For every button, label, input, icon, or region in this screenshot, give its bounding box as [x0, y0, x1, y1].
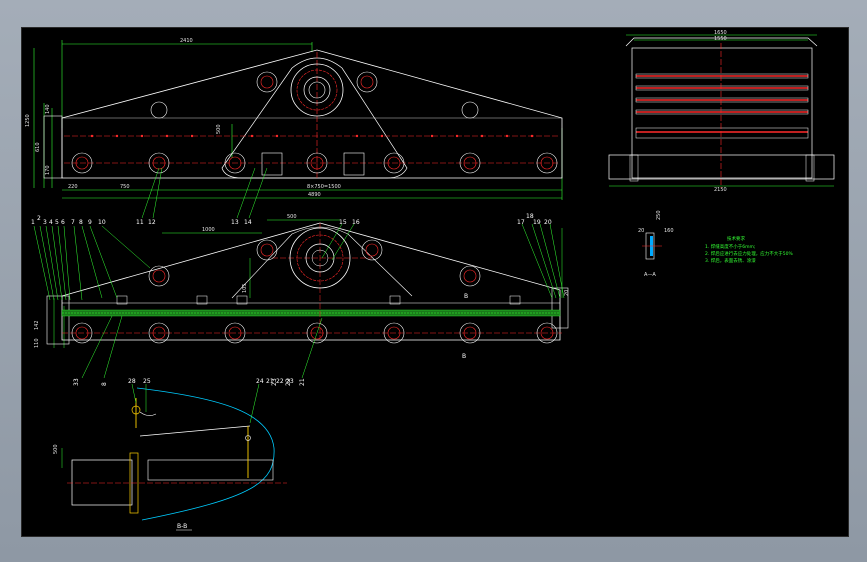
detail-dim-height: 250: [656, 210, 662, 220]
dim-center-top: 500: [216, 124, 222, 134]
section-part-24: 24: [256, 378, 264, 385]
section-part-23: 23: [286, 378, 294, 385]
side-dim-bottom: 2150: [714, 187, 727, 193]
part-label-11: 11: [136, 219, 144, 226]
section-screen-wire: [139, 425, 251, 437]
dim-height: 1250: [25, 114, 31, 127]
dim-overall-length: 4890: [308, 192, 321, 198]
dim-left-offset: 220: [68, 184, 78, 190]
part-label-6: 6: [61, 219, 65, 226]
part-label-1: 1: [31, 219, 35, 226]
side-view: 1650 1550 2150: [608, 30, 835, 193]
top-view-bolts: [71, 71, 558, 174]
section-part-25: 25: [143, 378, 151, 385]
part-label-20: 20: [544, 219, 552, 226]
detail-dim-b: 160: [664, 228, 674, 234]
front-dim-center: 105: [242, 283, 248, 293]
section-mark-bottom: B: [462, 353, 466, 360]
section-part-22: 22: [276, 378, 284, 385]
front-view: 1000 500 105 20 110 142 1 2 3 4 5 6 7 8 …: [31, 213, 570, 386]
part-label-9: 9: [88, 219, 92, 226]
side-view-base: [608, 154, 835, 180]
dim-bolt-pitch: 750: [120, 184, 130, 190]
section-view: 500 28 25 24 21 22 23 B-B: [53, 378, 294, 531]
section-part-28: 28: [128, 378, 136, 385]
side-view-dimension-lines: [609, 34, 834, 187]
section-mark-top: B: [464, 293, 468, 300]
part-label-13: 13: [231, 219, 239, 226]
side-dim-top-inner: 1550: [714, 36, 727, 42]
side-view-wheels: [629, 154, 815, 182]
part-label-5: 5: [55, 219, 59, 226]
front-dim-left-a: 110: [34, 338, 40, 348]
section-title: B-B: [177, 523, 187, 530]
top-view-leaders: [141, 167, 268, 219]
front-view-leaders: [33, 223, 565, 379]
top-view: 2410 4890 8×750=1500 220 750 1250 140 61…: [25, 38, 563, 226]
dim-total-width: 2410: [180, 38, 193, 44]
technical-notes: 技术要求 1. 焊缝高度不小于6mm; 2. 焊后应进行去应力处理，应力不大于5…: [705, 235, 793, 264]
front-dim-left-b: 142: [34, 320, 40, 330]
detail-dim-a: 20: [638, 228, 644, 234]
front-part-labels-left: 1 2 3 4 5 6 7 8 9 10: [31, 215, 106, 226]
part-label-33: 33: [73, 378, 80, 386]
top-view-cutouts: [261, 152, 365, 176]
top-view-outline: [61, 49, 563, 179]
part-label-2: 2: [37, 215, 41, 222]
front-dim-offset: 1000: [202, 227, 215, 233]
part-label-14: 14: [244, 219, 252, 226]
front-view-triangle-plate: [231, 226, 413, 299]
section-dim-label: 500: [53, 444, 59, 454]
notes-title: 技术要求: [727, 235, 745, 242]
front-dim-side: 20: [564, 290, 570, 296]
notes-item-3: 3. 焊后，表面去锈、涂漆: [705, 257, 756, 264]
section-beam: [147, 459, 274, 481]
part-label-3: 3: [43, 219, 47, 226]
side-view-frame: [631, 47, 813, 179]
section-bolt-right: [245, 426, 251, 478]
part-label-12: 12: [148, 219, 156, 226]
front-view-outline: [61, 222, 561, 341]
dim-side-c: 170: [45, 165, 51, 175]
part-label-4: 4: [49, 219, 53, 226]
side-view-decks: [636, 75, 808, 133]
part-label-21: 21: [299, 378, 306, 386]
section-part-21: 21: [266, 378, 274, 385]
part-label-19: 19: [533, 219, 541, 226]
section-bolt-left: [131, 398, 157, 428]
front-view-center-lines: [62, 223, 562, 340]
part-label-17: 17: [517, 219, 525, 226]
detail-label: A—A: [644, 272, 656, 278]
part-label-8b: 8: [101, 382, 108, 386]
part-label-8: 8: [79, 219, 83, 226]
dim-side-b: 610: [35, 142, 41, 152]
drawing-canvas[interactable]: 2410 4890 8×750=1500 220 750 1250 140 61…: [21, 27, 849, 537]
detail-view: 250 20 160 A—A: [638, 210, 674, 278]
front-view-upper-bolts: [148, 239, 481, 287]
section-tube: [71, 459, 133, 506]
part-label-16: 16: [352, 219, 360, 226]
part-label-7: 7: [71, 219, 75, 226]
side-view-deck-outlines: [635, 73, 809, 139]
part-label-10: 10: [98, 219, 106, 226]
front-dim-top: 500: [287, 214, 297, 220]
part-label-15: 15: [339, 219, 347, 226]
notes-item-1: 1. 焊缝高度不小于6mm;: [705, 243, 755, 250]
dim-side-a: 140: [45, 104, 51, 114]
notes-item-2: 2. 焊后应进行去应力处理，应力不大于50%: [705, 250, 793, 257]
dim-bolt-span: 8×750=1500: [307, 184, 341, 190]
